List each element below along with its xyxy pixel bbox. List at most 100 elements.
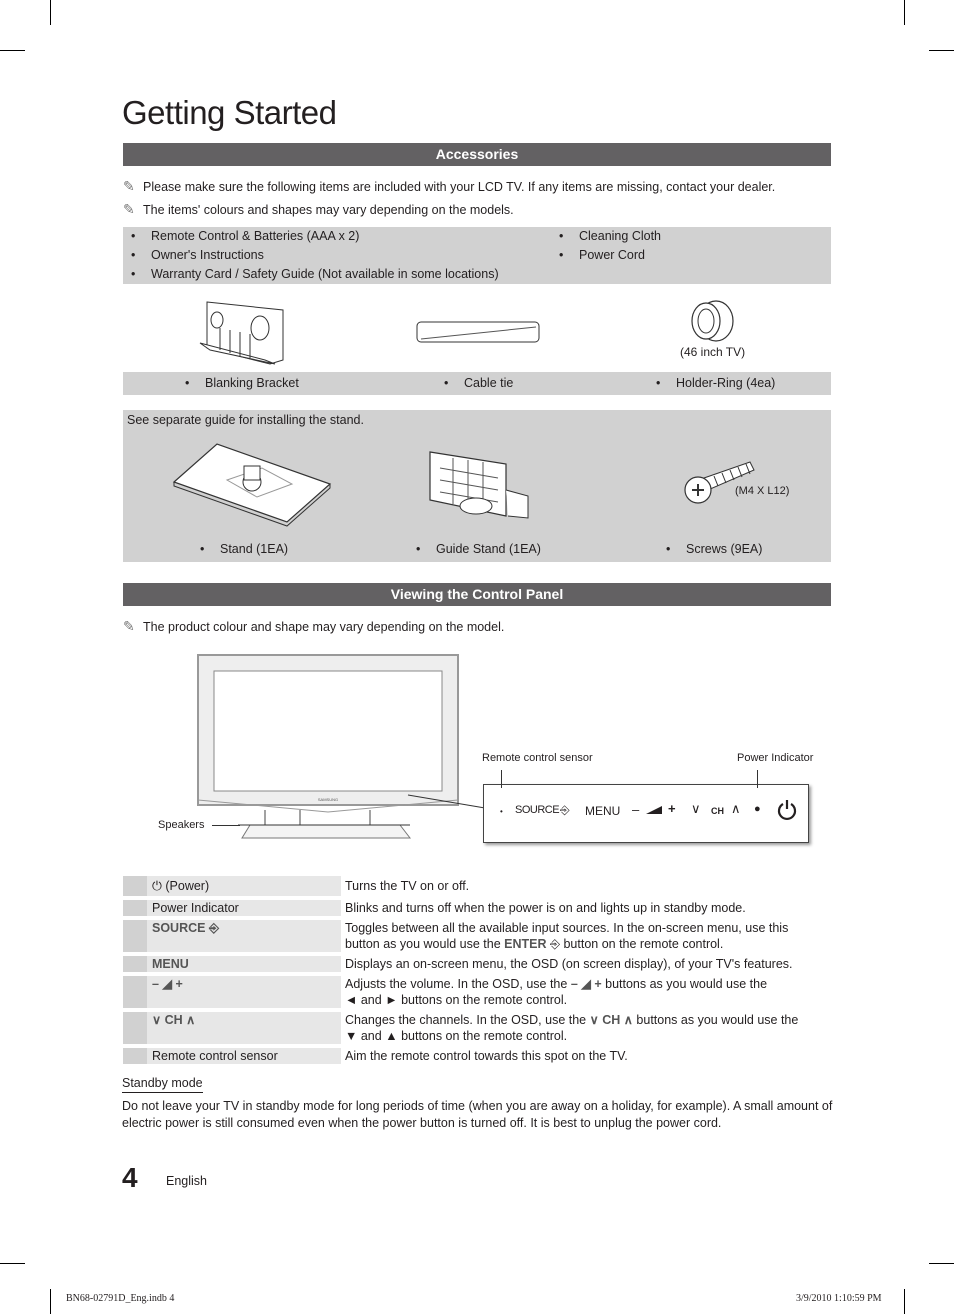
callout-speakers: Speakers [158,819,205,831]
row-marker [123,900,147,916]
enter-icon: ⎆ [546,937,564,951]
slug-file: BN68-02791D_Eng.indb 4 [66,1293,175,1304]
row-label: Remote control sensor [147,1048,341,1064]
note: ✎ The product colour and shape may vary d… [123,618,504,635]
row-label: MENU [147,956,341,972]
screw-illustration [684,461,755,504]
enter-icon: ⎆ [560,803,570,817]
table-row: Remote control sensor Aim the remote con… [123,1048,831,1064]
power-button-icon[interactable] [776,799,798,821]
list-item: Owner's Instructions [131,248,264,262]
table-row: ⏻ (Power) Turns the TV on or off. [123,876,831,896]
list-item: Holder-Ring (4ea) [656,376,775,390]
holder-ring-illustration [691,300,734,342]
stand-illustration [172,443,332,527]
volume-down-button[interactable]: – [632,802,639,817]
volume-up-button[interactable]: + [668,801,676,816]
menu-button[interactable]: MENU [585,804,620,818]
callout-line [501,770,502,788]
pencil-note-icon: ✎ [123,178,135,194]
guide-stand-illustration [429,451,529,519]
table-row: – ◢ + Adjusts the volume. In the OSD, us… [123,976,831,1008]
callout-power-indicator: Power Indicator [737,752,814,764]
row-label: Power Indicator [147,900,341,916]
row-marker [123,956,147,972]
note: ✎ The items' colours and shapes may vary … [123,201,514,218]
list-item: Stand (1EA) [200,542,288,556]
channel-up-button[interactable]: ∧ [731,801,741,817]
standby-text: Do not leave your TV in standby mode for… [122,1099,833,1130]
pencil-note-icon: ✎ [123,618,135,634]
enter-icon: ⎆ [205,921,219,935]
crop-mark [50,0,51,25]
section-heading-accessories: Accessories [123,143,831,166]
remote-sensor-dot: • [500,807,503,816]
row-marker [123,1012,147,1044]
left-arrow-icon: ◄ [345,993,358,1007]
power-icon: ⏻ [152,879,166,893]
source-button[interactable]: SOURCE [515,804,560,816]
volume-symbols: – ◢ + [570,977,602,991]
accessory-row-labels: Blanking Bracket Cable tie Holder-Ring (… [123,372,831,395]
chevron-up-icon: ∧ [182,1013,196,1027]
crop-mark [0,50,25,51]
row-description: Changes the channels. In the OSD, use th… [345,1013,799,1043]
chevron-down-icon: ∨ [152,1013,165,1027]
row-marker [123,920,147,952]
note: ✎ Please make sure the following items ar… [123,178,775,195]
table-row: MENU Displays an on-screen menu, the OSD… [123,956,831,972]
table-row: Power Indicator Blinks and turns off whe… [123,900,831,916]
table-row: SOURCE ⎆ Toggles between all the availab… [123,920,831,952]
pencil-note-icon: ✎ [123,201,135,217]
callout-line [212,825,240,826]
list-item: Blanking Bracket [185,376,299,390]
volume-icon [646,806,662,814]
holder-ring-caption: (46 inch TV) [680,345,746,359]
list-item: Warranty Card / Safety Guide (Not availa… [131,267,499,281]
volume-symbols-label: – ◢ + [147,976,341,1008]
right-arrow-icon: ► [385,993,398,1007]
row-marker [123,876,147,896]
row-description: Turns the TV on or off. [345,879,470,893]
row-label: ∨ CH ∧ [147,1012,341,1044]
row-label: ⏻ (Power) [147,876,341,896]
brand-logo: SAMSUNG [318,797,338,802]
crop-mark [0,1263,25,1264]
table-row: ∨ CH ∧ Changes the channels. In the OSD,… [123,1012,831,1044]
row-description: Displays an on-screen menu, the OSD (on … [345,957,793,971]
control-panel-closeup: • SOURCE ⎆ MENU – + ∨ CH ∧ ● [483,770,809,843]
page-number: 4 [122,1162,138,1193]
cable-tie-illustration [416,321,540,343]
list-item: Cable tie [444,376,513,390]
note-text: The items' colours and shapes may vary d… [143,203,514,217]
row-description: Aim the remote control towards this spot… [345,1049,628,1063]
list-item: Guide Stand (1EA) [416,542,541,556]
crop-mark [50,1289,51,1314]
crop-mark [904,0,905,25]
list-item: Screws (9EA) [666,542,763,556]
stand-note: See separate guide for installing the st… [127,413,364,427]
note-text: The product colour and shape may vary de… [143,620,505,634]
standby-heading: Standby mode [122,1076,203,1093]
accessory-list-box: Remote Control & Batteries (AAA x 2) Own… [123,227,831,284]
page-title: Getting Started [122,94,337,131]
row-label: SOURCE ⎆ [147,920,341,952]
up-arrow-icon: ▲ [385,1029,398,1043]
channel-down-button[interactable]: ∨ [691,801,701,817]
row-marker [123,976,147,1008]
crop-mark [929,50,954,51]
page-language: English [166,1174,207,1188]
row-description: Toggles between all the available input … [345,921,789,951]
blanking-bracket-illustration [199,301,284,365]
callout-remote-sensor: Remote control sensor [482,752,593,764]
down-arrow-icon: ▼ [345,1029,358,1043]
crop-mark [929,1263,954,1264]
slug-date: 3/9/2010 1:10:59 PM [796,1293,882,1304]
row-description: Blinks and turns off when the power is o… [345,901,746,915]
row-description: Adjusts the volume. In the OSD, use the … [345,977,768,1007]
row-marker [123,1048,147,1064]
crop-mark [904,1289,905,1314]
channel-symbols: ∨ CH ∧ [589,1013,633,1027]
section-heading-control-panel: Viewing the Control Panel [123,583,831,606]
list-item: Remote Control & Batteries (AAA x 2) [131,229,359,243]
